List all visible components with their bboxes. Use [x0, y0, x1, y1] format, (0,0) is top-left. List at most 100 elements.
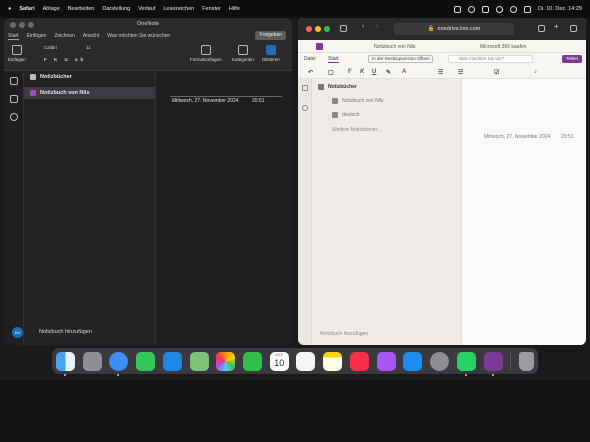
notebooks-header[interactable]: Notizbücher — [24, 71, 155, 83]
bold-button[interactable]: F — [348, 69, 352, 75]
tab-start[interactable]: Start — [328, 56, 339, 63]
underline-button[interactable]: U — [372, 69, 376, 75]
notebooks-icon[interactable] — [9, 77, 18, 85]
back-icon[interactable]: ‹ — [362, 23, 369, 30]
tab-datei[interactable]: Datei — [304, 56, 316, 62]
settings-icon[interactable] — [430, 351, 450, 371]
clipboard-icon — [11, 45, 22, 55]
share-icon[interactable] — [538, 25, 545, 32]
font-size-select[interactable]: 11 — [86, 45, 91, 50]
tags-button[interactable]: Kategorien — [232, 45, 254, 62]
battery-icon[interactable] — [481, 5, 489, 13]
trash-icon[interactable] — [518, 351, 534, 371]
notebooks-icon[interactable] — [301, 85, 308, 91]
sidebar-icon[interactable] — [340, 25, 347, 32]
undo-icon[interactable]: ↶ — [308, 69, 313, 76]
menu-verlauf[interactable]: Verlauf — [138, 6, 155, 12]
tab-start[interactable]: Start — [8, 33, 19, 40]
font-color-button[interactable]: A — [402, 69, 406, 75]
web-search-input[interactable]: Was möchten Sie tun? — [448, 55, 533, 63]
facetime-icon[interactable] — [243, 351, 263, 371]
zoom-button[interactable] — [324, 26, 330, 32]
finder-icon[interactable] — [56, 351, 75, 376]
window-title: OneNote — [136, 21, 159, 27]
music-icon[interactable] — [349, 351, 369, 371]
podcasts-icon[interactable] — [376, 351, 396, 371]
menu-lesezeichen[interactable]: Lesezeichen — [163, 6, 194, 12]
appstore-icon[interactable] — [403, 351, 423, 371]
web-notebook-title[interactable]: Notizbuch von Nils — [374, 44, 415, 50]
reminders-icon[interactable] — [296, 351, 316, 371]
styles-button[interactable]: Formatvorlagen — [190, 45, 222, 62]
paste-button[interactable]: Einfügen — [8, 45, 26, 62]
messages-icon[interactable] — [136, 351, 156, 371]
apple-menu-icon[interactable]: ● — [8, 6, 11, 12]
onenote-icon[interactable] — [483, 351, 503, 376]
search-icon[interactable] — [9, 95, 18, 103]
tab-einfuegen[interactable]: Einfügen — [27, 33, 47, 39]
web-notebooks-header[interactable]: Notizbücher — [312, 81, 461, 93]
notes-icon[interactable] — [323, 351, 343, 371]
safari-icon[interactable] — [109, 351, 129, 376]
italic-button[interactable]: K — [360, 69, 364, 75]
web-page-canvas[interactable]: Mittwoch, 27. November 2024 20:51 — [462, 79, 586, 345]
calendar-icon[interactable]: DEZ 10 — [269, 351, 289, 371]
onenote-nav-rail — [4, 71, 24, 345]
tab-ansicht[interactable]: Ansicht — [83, 33, 99, 39]
spotlight-icon[interactable] — [509, 5, 517, 13]
dock-separator — [510, 351, 512, 371]
dictate-icon[interactable]: ♪ — [534, 69, 537, 75]
menu-darstellung[interactable]: Darstellung — [102, 6, 130, 12]
font-name-select[interactable]: Calibri — [44, 45, 57, 50]
web-notebook-item[interactable]: Notizbuch von Nils — [312, 95, 461, 107]
ms365-link[interactable]: Microsoft 365 kaufen — [480, 44, 526, 50]
new-tab-icon[interactable]: + — [554, 22, 561, 31]
page-date: Mittwoch, 27. November 2024 — [172, 98, 239, 104]
maps-icon[interactable] — [189, 351, 209, 371]
onenote-logo-icon — [316, 43, 323, 50]
tab-zeichnen[interactable]: Zeichnen — [54, 33, 75, 39]
tab-overview-icon[interactable] — [570, 25, 577, 32]
highlight-icon[interactable]: ✎ — [386, 69, 391, 76]
lock-icon: 🔒 — [427, 26, 435, 32]
clock[interactable]: Di. 10. Dez. 14:29 — [538, 6, 582, 12]
forward-icon[interactable]: › — [376, 23, 383, 30]
tell-me[interactable]: Was möchten Sie wünschen — [107, 33, 170, 39]
minimize-button[interactable] — [315, 26, 321, 32]
status-icon[interactable] — [453, 5, 461, 13]
web-notebook-item[interactable]: deutsch — [312, 109, 461, 121]
address-bar[interactable]: 🔒 onedrive.live.com — [394, 23, 514, 35]
page-canvas[interactable]: Mittwoch, 27. November 2024 20:51 — [156, 71, 292, 345]
web-add-notebook-button[interactable]: Notizbuch hinzufügen — [320, 331, 368, 337]
menu-hilfe[interactable]: Hilfe — [229, 6, 240, 12]
avatar[interactable]: NJ — [12, 326, 23, 338]
recent-icon[interactable] — [9, 113, 18, 121]
format-buttons[interactable]: F K U ab — [44, 57, 86, 62]
whatsapp-icon[interactable] — [456, 351, 476, 376]
add-notebook-button[interactable]: NJ Notizbuch hinzufügen — [12, 326, 92, 338]
wifi-icon[interactable] — [495, 5, 503, 13]
focus-icon[interactable] — [467, 5, 475, 13]
close-button[interactable] — [306, 26, 312, 32]
tags-icon[interactable]: ☑ — [494, 69, 499, 76]
menu-bearbeiten[interactable]: Bearbeiten — [68, 6, 95, 12]
more-notebooks-link[interactable]: Weitere Notizbücher... — [312, 127, 461, 133]
menu-app-name[interactable]: Safari — [19, 6, 34, 12]
open-desktop-button[interactable]: In der Desktopversion öffnen — [368, 55, 434, 63]
control-center-icon[interactable] — [523, 5, 531, 13]
search-icon[interactable] — [301, 105, 308, 111]
menu-fenster[interactable]: Fenster — [202, 6, 221, 12]
teilen-button[interactable]: Teilen — [562, 55, 582, 63]
menu-ablage[interactable]: Ablage — [43, 6, 60, 12]
mail-icon[interactable] — [162, 351, 182, 371]
menu-bar: ● Safari Ablage Bearbeiten Darstellung V… — [0, 0, 590, 18]
clipboard-icon[interactable]: ▢ — [328, 69, 334, 76]
notebook-icon — [332, 112, 338, 118]
notebook-item-selected[interactable]: Notizbuch von Nils — [24, 87, 155, 99]
dictate-button[interactable]: Diktieren — [262, 45, 280, 62]
photos-icon[interactable] — [216, 351, 236, 371]
launchpad-icon[interactable] — [82, 351, 102, 371]
bullets-icon[interactable]: ☰ — [438, 69, 443, 76]
share-button[interactable]: Freigeben — [255, 31, 286, 40]
numbering-icon[interactable]: ☰ — [458, 69, 463, 76]
